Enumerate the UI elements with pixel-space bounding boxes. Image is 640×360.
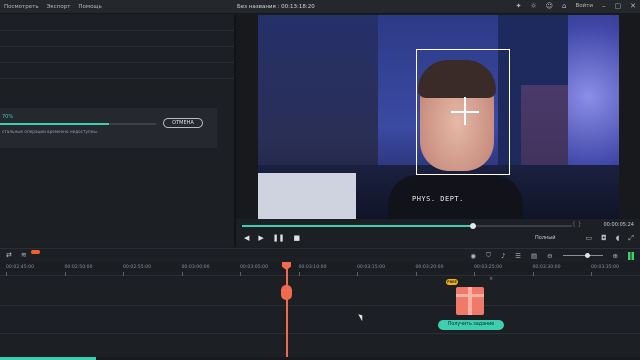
gift-icon[interactable]: ⌂ [562,2,566,10]
zoom-slider[interactable] [562,252,603,258]
mixer-icon[interactable]: ☰ [515,252,521,260]
ruler-tick-label: 00:03:35:00 [591,265,620,276]
render-icon[interactable]: ◉ [470,252,476,260]
gift-ribbon [456,294,484,297]
timeline-playhead[interactable] [286,262,288,360]
sun-icon[interactable]: ☼ [530,2,536,10]
panel-divider [0,78,234,79]
shield-icon[interactable]: ⛉ [486,251,491,260]
gift-promo: FREE × Получить задание [438,276,504,333]
export-panel: 70% стальные операции временно недоступн… [0,15,234,258]
step-back-icon[interactable]: ◀ [244,234,249,242]
track-divider [0,333,640,334]
export-progress-card: 70% стальные операции временно недоступн… [0,108,217,148]
ruler-tick-label: 00:03:30:00 [532,265,561,276]
export-progress-bar [0,123,156,125]
room-fridge [258,173,356,219]
ruler-tick-label: 00:03:05:00 [240,265,269,276]
preview-tools: ▭ ◘ ◖ ⤢ [586,234,634,243]
minimize-icon[interactable]: – [602,2,606,10]
playback-timecode: 00:00:05:24 [603,222,634,228]
login-button[interactable]: Войти [576,3,594,9]
export-hint: стальные операции временно недоступны. [2,129,99,134]
fullscreen-icon[interactable]: ⤢ [628,234,634,243]
play-icon[interactable]: ▶ [258,234,263,242]
export-percent: 70% [2,114,14,120]
snapshot-icon[interactable]: ◘ [601,234,607,243]
ruler-tick-label: 00:03:25:00 [474,265,503,276]
get-task-button[interactable]: Получить задание [438,320,504,330]
close-icon[interactable]: ✕ [630,2,636,10]
ruler-tick-label: 00:02:50:00 [64,265,93,276]
maximize-icon[interactable]: ▢ [615,2,622,10]
scrubber-handle[interactable] [470,223,476,229]
quality-select[interactable]: Полный [535,235,555,241]
volume-icon[interactable]: ◖ [616,234,620,243]
menu-help[interactable]: Помощь [78,4,101,10]
gift-ribbon [468,287,472,315]
window-title: Без названия : 00:13:18:20 [237,4,315,10]
ruler-tick-label: 00:03:15:00 [357,265,386,276]
timeline-toolbar: ⇄ ≋ ◉ ⛉ ♪ ☰ ▤ ⊖ ⊕ [0,248,640,262]
ruler-tick-label: 00:02:45:00 [6,265,35,276]
zoom-handle[interactable] [584,252,590,258]
brace-mark: { } [572,221,582,228]
panel-divider [0,62,234,63]
track-divider [0,305,640,306]
zoom-in-icon[interactable]: ⊕ [613,252,618,260]
pause-icon[interactable]: ❚❚ [273,234,285,242]
panel-divider [0,30,234,31]
video-preview: PHYS. DEPT. [236,15,640,219]
adjust-icon[interactable]: ⇄ [6,251,12,259]
free-badge: FREE [446,279,458,285]
panel-divider [0,46,234,47]
stop-icon[interactable]: ■ [294,234,301,242]
cancel-button[interactable]: ОТМЕНА [163,118,203,128]
export-progress-fill [0,123,110,125]
ruler-tick-label: 00:03:20:00 [415,265,444,276]
audio-wave-icon[interactable]: ≋ [21,251,27,259]
menu-view[interactable]: Посмотреть [4,4,39,10]
timeline-right-tools: ◉ ⛉ ♪ ☰ ▤ ⊖ ⊕ [470,251,634,260]
timeline-ruler[interactable]: 00:02:45:00 00:02:50:00 00:02:55:00 00:03:0… [0,262,640,276]
captions-icon[interactable]: ▤ [531,252,537,260]
video-frame: PHYS. DEPT. [258,15,619,219]
timeline-left-tools: ⇄ ≋ [6,251,27,259]
timeline-tracks[interactable] [0,277,640,360]
new-badge [31,250,40,254]
tracking-crosshair[interactable] [464,97,466,125]
promo-close-icon[interactable]: × [489,276,493,282]
transport-buttons: ◀ ▶ ❚❚ ■ [244,234,300,242]
playback-progress [242,225,473,227]
playhead-marker[interactable] [281,285,292,300]
ruler-tick-label: 00:03:10:00 [298,265,327,276]
top-right-icons: ✦ ☼ ☺ ⌂ Войти – ▢ ✕ [516,2,636,10]
ruler-tick-label: 00:03:00:00 [181,265,210,276]
main-menu: Посмотреть Экспорт Помощь [0,4,102,10]
bulb-icon[interactable]: ✦ [516,2,522,10]
playback-controls: { } 00:00:05:24 ◀ ▶ ❚❚ ■ Полный ▭ ◘ ◖ ⤢ [236,219,640,247]
monitor-icon[interactable]: ▭ [586,234,593,243]
shirt-print: PHYS. DEPT. [412,195,464,203]
audio-meter-icon[interactable] [628,251,634,260]
top-menu-bar: Посмотреть Экспорт Помощь Без названия :… [0,0,640,14]
ruler-tick-label: 00:02:55:00 [123,265,152,276]
zoom-out-icon[interactable]: ⊖ [547,252,552,260]
menu-export[interactable]: Экспорт [47,4,71,10]
account-icon[interactable]: ☺ [546,2,553,10]
mic-icon[interactable]: ♪ [501,252,505,260]
playback-scrubber[interactable] [242,223,572,229]
